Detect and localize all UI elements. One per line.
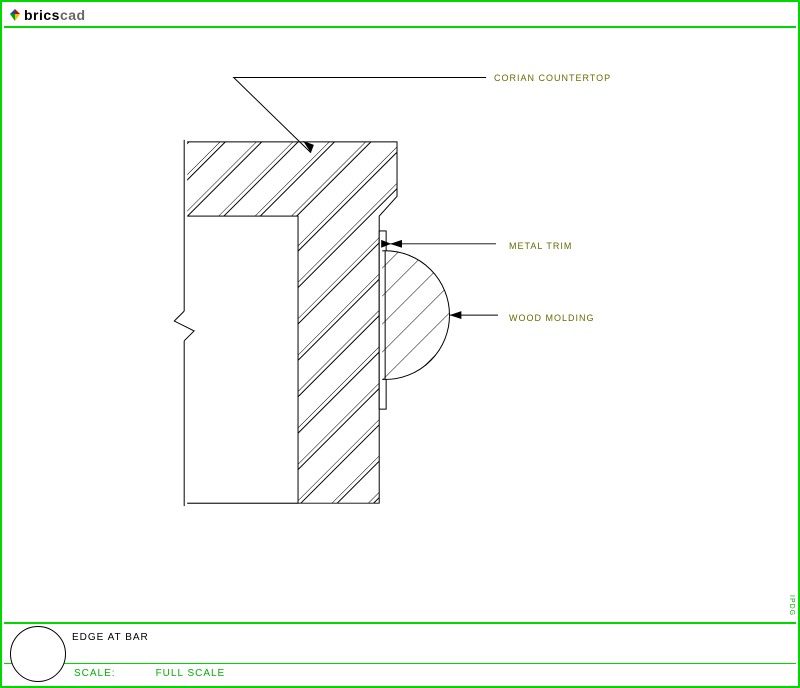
brand-text: bricscad [24, 7, 86, 23]
title-row: EDGE AT BAR [4, 624, 796, 664]
cad-drawing [4, 28, 796, 620]
label-wood: WOOD MOLDING [509, 313, 595, 323]
side-text: IPDG [788, 595, 795, 616]
label-corian: CORIAN COUNTERTOP [494, 73, 611, 83]
scale-label: SCALE: [74, 668, 116, 679]
scale-row: SCALE: FULL SCALE [4, 663, 796, 684]
scale-value: FULL SCALE [156, 668, 226, 679]
bricscad-logo-icon [8, 8, 22, 22]
drawing-canvas[interactable]: CORIAN COUNTERTOP METAL TRIM WOOD MOLDIN… [4, 28, 796, 620]
header-bar: bricscad [4, 4, 796, 28]
label-metal: METAL TRIM [509, 241, 572, 251]
detail-bubble-icon [10, 626, 66, 682]
title-block: EDGE AT BAR SCALE: FULL SCALE [4, 622, 796, 684]
app-frame: bricscad [0, 0, 800, 688]
drawing-title: EDGE AT BAR [72, 632, 149, 643]
brand-brics: brics [24, 7, 60, 23]
brand-cad: cad [60, 7, 86, 23]
